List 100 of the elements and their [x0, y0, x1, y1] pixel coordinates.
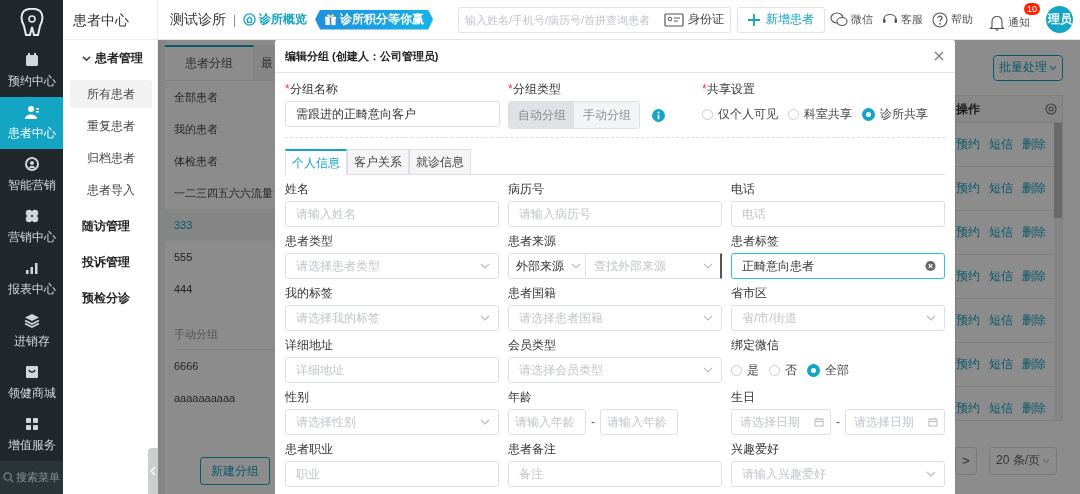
sub-nav-group[interactable]: 预检分诊 — [63, 280, 157, 316]
select-field[interactable]: 请选择我的标签 — [285, 305, 499, 331]
dialog-tab[interactable]: 就诊信息 — [409, 149, 471, 174]
row-action-link[interactable]: 删除 — [1022, 224, 1046, 241]
dialog-title: 编辑分组 (创建人：公司管理员) — [285, 48, 439, 64]
row-action-link[interactable]: 预约 — [956, 268, 980, 285]
group-name-field[interactable]: 需跟进的正畸意向客户 — [285, 101, 500, 127]
nav-rail-item[interactable]: 患者中心 — [0, 97, 63, 149]
nav-rail-item[interactable]: 进销存 — [0, 305, 63, 357]
sub-nav-item[interactable]: 所有患者 — [70, 80, 152, 108]
row-action-link[interactable]: 删除 — [1022, 136, 1046, 153]
help-button[interactable]: 帮助 — [928, 11, 977, 28]
field-label: 患者国籍 — [508, 285, 557, 301]
date-picker-field[interactable]: 请选择日期 — [731, 409, 831, 435]
add-patient-button[interactable]: 新增患者 — [737, 6, 825, 33]
settings-icon[interactable] — [1045, 103, 1057, 115]
date-picker-field[interactable]: 请选择日期 — [845, 409, 945, 435]
nav-rail-item[interactable]: 营销中心 — [0, 201, 63, 253]
clear-icon[interactable] — [925, 260, 936, 272]
dialog-tab[interactable]: 客户关系 — [347, 149, 409, 174]
sub-nav-item[interactable]: 重复患者 — [70, 112, 152, 140]
nav-rail-item[interactable]: 领健商城 — [0, 357, 63, 409]
radio-option[interactable]: 诊所共享 — [862, 105, 928, 123]
clinic-overview-link[interactable]: 诊所概览 — [243, 11, 308, 28]
menu-search-field[interactable]: 搜索菜单 — [0, 461, 63, 494]
row-action-link[interactable]: 删除 — [1022, 268, 1046, 285]
user-avatar[interactable]: 理员 — [1046, 6, 1073, 33]
field-label: 绑定微信 — [731, 337, 780, 353]
row-action-link[interactable]: 预约 — [956, 356, 980, 373]
text-field[interactable]: 电话 — [731, 201, 945, 227]
chevron-down-icon — [480, 419, 490, 425]
radio-option[interactable]: 是 — [731, 361, 759, 379]
row-action-link[interactable]: 删除 — [1022, 400, 1046, 417]
home-icon — [243, 13, 257, 26]
field-label: 生日 — [731, 389, 756, 405]
chat-bubbles-icon — [830, 12, 848, 27]
row-action-link[interactable]: 短信 — [989, 224, 1013, 241]
select-field[interactable]: 请选择性别 — [285, 409, 499, 435]
page-tab[interactable]: 患者分组 — [165, 45, 254, 80]
collapse-handle[interactable] — [148, 448, 158, 494]
row-action-link[interactable]: 短信 — [989, 400, 1013, 417]
row-action-link[interactable]: 预约 — [956, 400, 980, 417]
field-label: *共享设置 — [702, 81, 756, 97]
row-action-link[interactable]: 短信 — [989, 312, 1013, 329]
batch-actions-button[interactable]: 批量处理 — [993, 54, 1063, 81]
row-action-link[interactable]: 预约 — [956, 224, 980, 241]
tag-select-field[interactable]: 正畸意向患者 — [731, 253, 945, 279]
radio-option[interactable]: 否 — [769, 361, 797, 379]
nav-rail-item[interactable]: 智能营销 — [0, 149, 63, 201]
chevron-down-icon — [703, 315, 713, 321]
row-action-link[interactable]: 预约 — [956, 312, 980, 329]
row-action-link[interactable]: 删除 — [1022, 180, 1046, 197]
info-icon[interactable] — [652, 108, 665, 122]
scrollbar-thumb[interactable] — [1054, 123, 1062, 218]
row-action-link[interactable]: 预约 — [956, 136, 980, 153]
age-input-field[interactable]: 请输入年龄 — [600, 409, 678, 435]
row-action-link[interactable]: 短信 — [989, 180, 1013, 197]
text-field[interactable]: 请输入姓名 — [285, 201, 499, 227]
age-input-field[interactable]: 请输入年龄 — [508, 409, 586, 435]
calendar-icon — [928, 417, 938, 427]
row-action-link[interactable]: 短信 — [989, 136, 1013, 153]
field-label: *分组名称 — [285, 81, 339, 97]
scrollbar-track[interactable] — [1073, 40, 1080, 494]
row-action-link[interactable]: 短信 — [989, 268, 1013, 285]
text-field[interactable]: 备注 — [508, 461, 722, 487]
radio-option[interactable]: 科室共享 — [788, 105, 852, 123]
field-label: 患者标签 — [731, 233, 780, 249]
sub-nav-group[interactable]: 患者管理 — [63, 40, 157, 76]
row-action-link[interactable]: 短信 — [989, 356, 1013, 373]
row-action-link[interactable]: 删除 — [1022, 312, 1046, 329]
text-field[interactable]: 详细地址 — [285, 357, 499, 383]
close-icon[interactable] — [934, 51, 944, 61]
sub-nav-item[interactable]: 患者导入 — [70, 176, 152, 204]
dialog-tab[interactable]: 个人信息 — [285, 149, 347, 175]
sub-nav-item[interactable]: 归档患者 — [70, 144, 152, 172]
nav-rail-item[interactable]: 报表中心 — [0, 253, 63, 305]
promo-banner[interactable]: 诊所积分等你赢 — [315, 9, 434, 30]
sub-nav-group[interactable]: 随访管理 — [63, 208, 157, 244]
bar-chart-icon — [23, 260, 40, 276]
page-size-select[interactable]: 20 条/页 — [989, 446, 1057, 475]
wechat-button[interactable]: 微信 — [826, 12, 877, 27]
source-select[interactable]: 外部来源 — [508, 253, 586, 279]
field-label: 会员类型 — [508, 337, 557, 353]
text-field[interactable]: 请输入病历号 — [508, 201, 722, 227]
radio-option[interactable]: 全部 — [807, 361, 849, 379]
new-group-button[interactable]: 新建分组 — [200, 457, 270, 485]
nav-rail-item[interactable]: 预约中心 — [0, 45, 63, 97]
select-field[interactable]: 请选择会员类型 — [508, 357, 722, 383]
support-button[interactable]: 客服 — [878, 12, 927, 27]
radio-option[interactable]: 仅个人可见 — [702, 105, 778, 123]
text-field[interactable]: 职业 — [285, 461, 499, 487]
sub-nav-group[interactable]: 投诉管理 — [63, 244, 157, 280]
chevron-down-icon — [926, 315, 936, 321]
notifications-button[interactable]: 通知 10 — [985, 1, 1040, 38]
nav-rail-item[interactable]: 增值服务 — [0, 409, 63, 461]
next-page-button[interactable]: > — [955, 446, 977, 475]
chevron-down-icon — [480, 263, 490, 269]
select-field[interactable]: 请输入兴趣爱好 — [731, 461, 945, 487]
row-action-link[interactable]: 删除 — [1022, 356, 1046, 373]
row-action-link[interactable]: 预约 — [956, 180, 980, 197]
